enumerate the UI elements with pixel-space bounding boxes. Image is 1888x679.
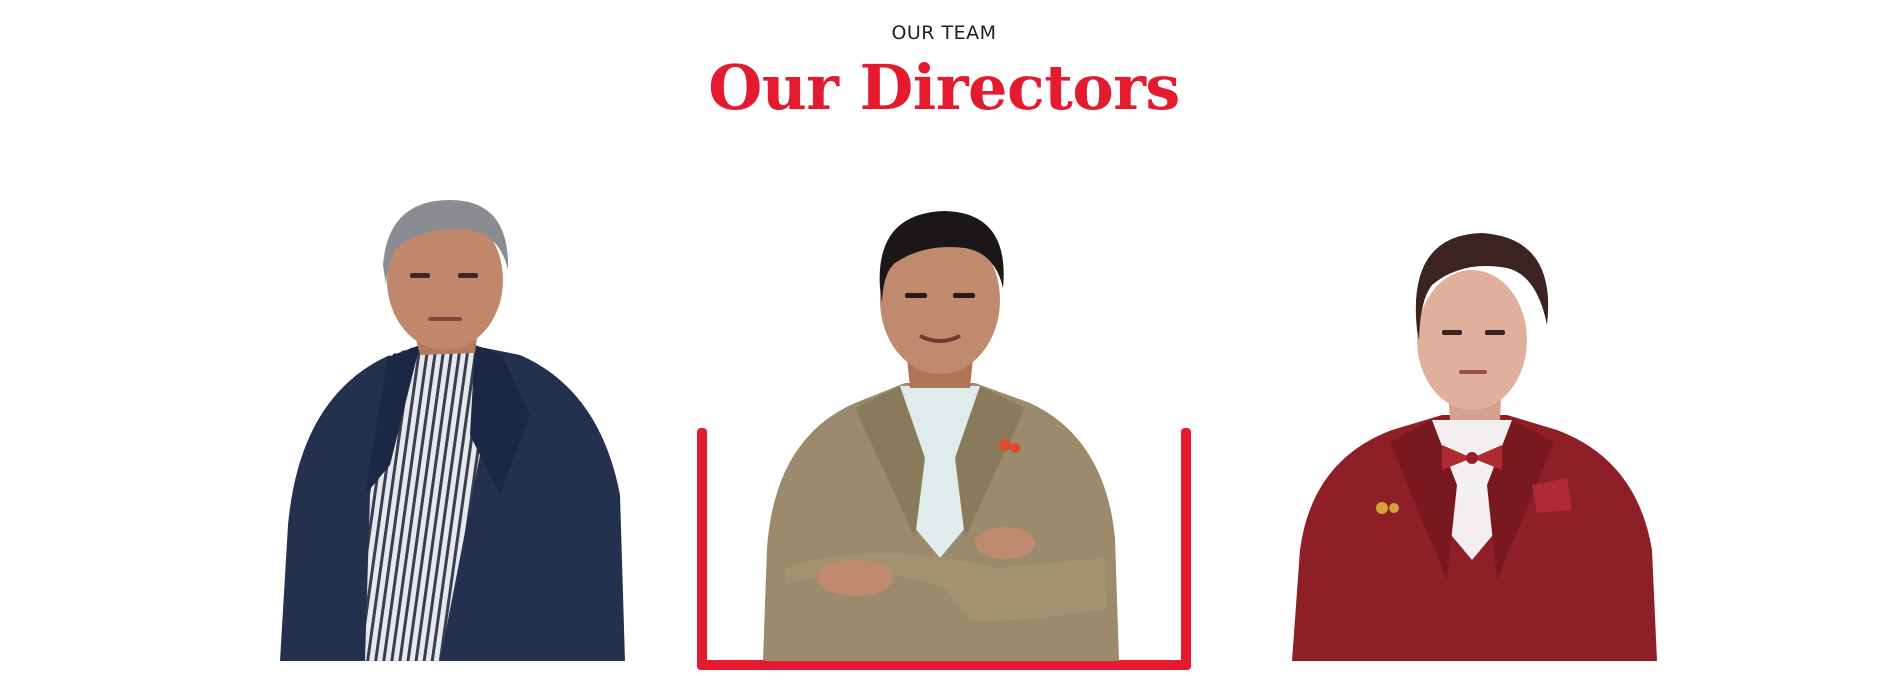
team-section-eyebrow: OUR TEAM	[891, 22, 997, 44]
director-photo-1	[280, 200, 625, 661]
director-photo-3	[1292, 233, 1657, 661]
section-title: Our Directors	[708, 51, 1180, 124]
director-photo-2	[763, 211, 1119, 661]
